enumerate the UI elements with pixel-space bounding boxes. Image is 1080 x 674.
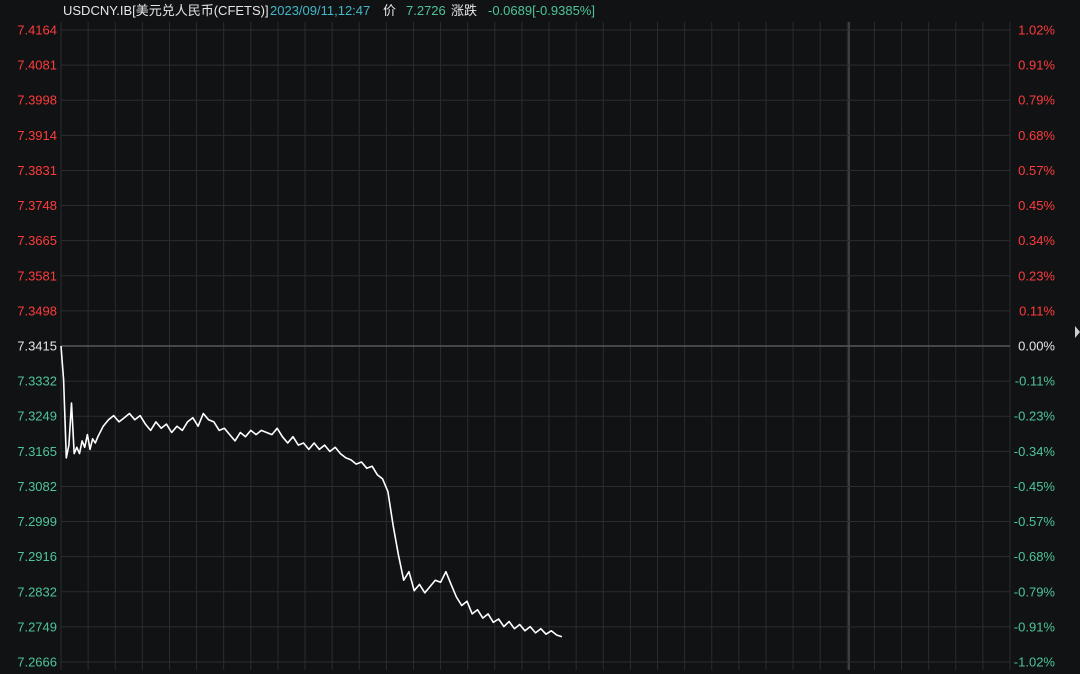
y-tick-left: 7.3831 xyxy=(17,163,57,178)
left-price-axis: 7.4164 7.4081 7.3998 7.3914 7.3831 7.3748 7.36… xyxy=(17,23,57,670)
y-tick-left: 7.3498 xyxy=(17,303,57,318)
price-line-series xyxy=(60,345,563,638)
y-tick-right: 0.34% xyxy=(1018,233,1055,248)
horizontal-gridlines xyxy=(61,29,1010,663)
y-tick-right: -0.79% xyxy=(1014,584,1056,599)
y-tick-left: 7.2666 xyxy=(17,655,57,670)
y-tick-right: 1.02% xyxy=(1018,23,1055,38)
y-tick-left: 7.3249 xyxy=(17,409,57,424)
series-layer xyxy=(60,345,563,638)
y-tick-left: 7.3748 xyxy=(17,198,57,213)
y-tick-left: 7.2916 xyxy=(17,549,57,564)
y-tick-left: 7.3082 xyxy=(17,479,57,494)
y-tick-right: -0.45% xyxy=(1014,479,1056,494)
y-tick-right: -0.57% xyxy=(1014,514,1056,529)
y-tick-right: 0.11% xyxy=(1019,303,1055,318)
y-tick-left: 7.3998 xyxy=(17,93,57,108)
intraday-line-chart[interactable]: 7.4164 7.4081 7.3998 7.3914 7.3831 7.3748 7.36… xyxy=(0,0,1080,674)
y-tick-right: 0.91% xyxy=(1018,58,1055,73)
y-tick-right: -0.34% xyxy=(1014,444,1056,459)
y-tick-left: 7.3415 xyxy=(17,339,57,354)
scroll-handle-arrow[interactable] xyxy=(1075,326,1080,338)
y-tick-right: 0.23% xyxy=(1018,268,1055,283)
y-tick-left: 7.3914 xyxy=(17,128,57,143)
y-tick-right: -0.11% xyxy=(1015,374,1056,389)
y-tick-right: 0.00% xyxy=(1018,339,1055,354)
right-percent-axis: 1.02% 0.91% 0.79% 0.68% 0.57% 0.45% 0.34% 0.23%… xyxy=(1014,23,1056,670)
y-tick-left: 7.4081 xyxy=(17,58,57,73)
y-tick-left: 7.2749 xyxy=(17,619,57,634)
y-tick-left: 7.3581 xyxy=(17,268,57,283)
y-tick-right: 0.79% xyxy=(1018,93,1055,108)
y-tick-left: 7.3665 xyxy=(17,233,57,248)
y-tick-left: 7.3165 xyxy=(17,444,57,459)
y-tick-right: -0.23% xyxy=(1014,409,1056,424)
y-tick-right: -0.91% xyxy=(1014,619,1056,634)
y-tick-left: 7.2999 xyxy=(17,514,57,529)
y-tick-right: 0.68% xyxy=(1018,128,1055,143)
y-tick-right: -0.68% xyxy=(1014,549,1056,564)
y-tick-right: 0.57% xyxy=(1018,163,1055,178)
y-tick-left: 7.3332 xyxy=(17,374,57,389)
y-tick-left: 7.2832 xyxy=(17,584,57,599)
y-tick-right: 0.45% xyxy=(1018,198,1055,213)
y-tick-right: -1.02% xyxy=(1014,655,1056,670)
y-tick-left: 7.4164 xyxy=(17,23,57,38)
